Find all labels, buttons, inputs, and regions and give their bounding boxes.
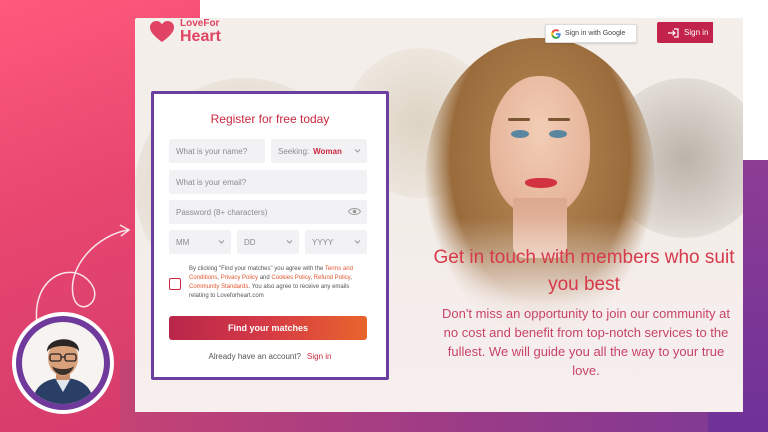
show-password-eye-icon[interactable] [348,207,361,216]
seeking-select[interactable]: Seeking: Woman [271,139,367,163]
terms-sep2: and [258,275,272,281]
community-standards-link[interactable]: Community Standards [189,284,248,290]
signin-link[interactable]: Sign in [307,352,331,361]
password-placeholder: Password (8+ characters) [176,207,268,217]
find-matches-button[interactable]: Find your matches [169,316,367,340]
seeking-label: Seeking: [278,146,310,156]
hero-headline: Get in touch with members who suit you b… [433,247,735,295]
heart-logo-icon [150,20,174,42]
day-placeholder: DD [244,237,256,247]
chevron-down-icon [286,240,293,244]
logo-line-2: Heart [180,28,221,45]
terms-checkbox[interactable] [169,278,181,290]
form-title: Register for free today [210,112,330,126]
year-placeholder: YYYY [312,237,334,247]
refund-link[interactable]: Refund Policy [314,275,351,281]
signin-header-label: Sign in [684,28,709,37]
seeking-value: Woman [313,146,342,156]
name-input[interactable]: What is your name? [169,139,265,163]
password-input[interactable]: Password (8+ characters) [169,200,367,224]
cookies-link[interactable]: Cookies Policy [271,275,310,281]
google-icon [551,28,561,39]
terms-text-part1: By clicking "Find your matches" you agre… [189,266,325,272]
avatar [12,312,114,414]
signin-header-button[interactable]: Sign in [657,22,713,43]
privacy-link[interactable]: Privacy Policy [221,275,258,281]
account-prompt: Already have an account? Sign in [154,352,386,361]
brand-logo[interactable]: LoveFor Heart [150,18,221,45]
chevron-down-icon [354,240,361,244]
name-placeholder: What is your name? [176,146,248,156]
chevron-down-icon [218,240,225,244]
birth-month-select[interactable]: MM [169,230,231,254]
chevron-down-icon [354,149,361,153]
email-placeholder: What is your email? [176,177,247,187]
terms-text: By clicking "Find your matches" you agre… [189,265,369,301]
email-input[interactable]: What is your email? [169,170,367,194]
account-text: Already have an account? [208,352,302,361]
google-signin-label: Sign in with Google [565,30,626,37]
month-placeholder: MM [176,237,190,247]
presenter-portrait-icon [32,339,94,404]
birth-day-select[interactable]: DD [237,230,299,254]
google-signin-button[interactable]: Sign in with Google [545,24,637,43]
birth-year-select[interactable]: YYYY [305,230,367,254]
registration-form: Register for free today What is your nam… [151,91,389,380]
hero-subtext: Don't miss an opportunity to join our co… [442,306,730,378]
login-arrow-icon [668,27,679,38]
terms-sep4: , [350,275,352,281]
